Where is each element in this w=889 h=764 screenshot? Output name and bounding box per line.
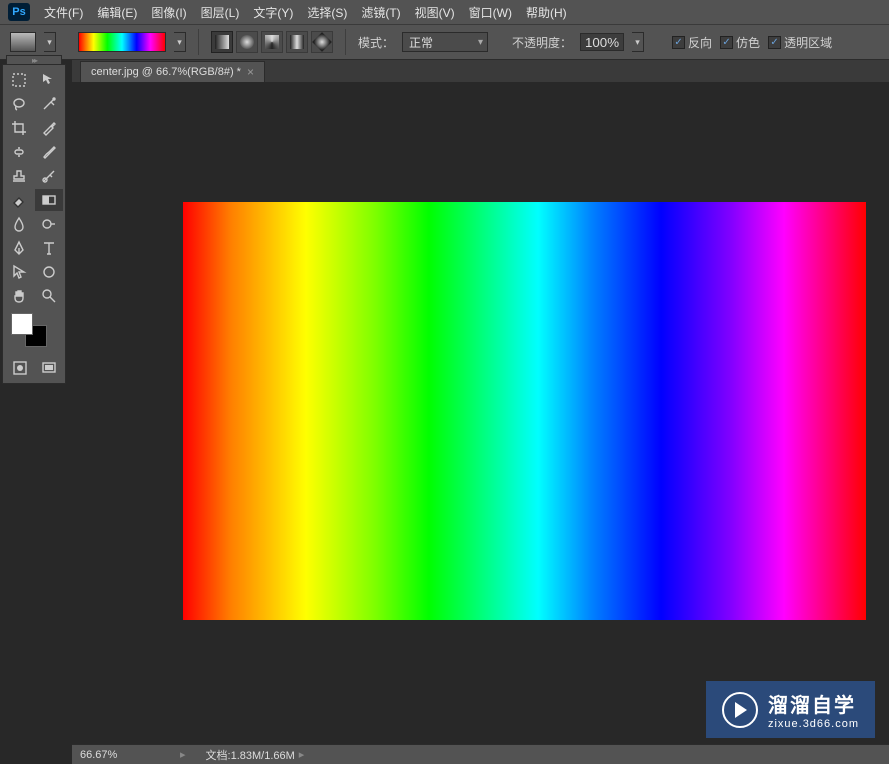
crop-tool[interactable] xyxy=(5,117,33,139)
workspace: center.jpg @ 66.7%(RGB/8#) * × 溜溜自学 zixu… xyxy=(0,60,889,764)
reverse-label: 反向 xyxy=(688,34,712,51)
blur-tool[interactable] xyxy=(5,213,33,235)
tool-preset-dropdown[interactable]: ▾ xyxy=(44,32,56,52)
quick-mask-tool[interactable] xyxy=(6,357,34,379)
menu-select[interactable]: 选择(S) xyxy=(307,4,347,21)
type-tool[interactable] xyxy=(35,237,63,259)
quick-select-tool[interactable] xyxy=(35,93,63,115)
gradient-reflected-button[interactable] xyxy=(286,31,308,53)
foreground-color-swatch[interactable] xyxy=(11,313,33,335)
brush-tool[interactable] xyxy=(35,141,63,163)
gradient-picker[interactable] xyxy=(78,32,166,52)
document-tab-title: center.jpg @ 66.7%(RGB/8#) * xyxy=(91,66,241,78)
options-bar: ▾ ▾ 模式： 正常 不透明度： ▾ ✓ 反向 ✓ 仿色 ✓ 透明区域 xyxy=(0,24,889,60)
lasso-tool[interactable] xyxy=(5,93,33,115)
separator xyxy=(198,29,199,55)
menu-filter[interactable]: 滤镜(T) xyxy=(361,4,400,21)
menu-edit[interactable]: 编辑(E) xyxy=(97,4,137,21)
menu-image[interactable]: 图像(I) xyxy=(151,4,186,21)
ps-logo: Ps xyxy=(8,3,30,21)
color-swatches[interactable] xyxy=(11,313,51,347)
dither-label: 仿色 xyxy=(736,34,760,51)
eraser-tool[interactable] xyxy=(5,189,33,211)
menu-view[interactable]: 视图(V) xyxy=(415,4,455,21)
gradient-radial-button[interactable] xyxy=(236,31,258,53)
history-brush-tool[interactable] xyxy=(35,165,63,187)
gradient-linear-button[interactable] xyxy=(211,31,233,53)
status-doc-arrow-icon[interactable]: ▸ xyxy=(299,748,305,761)
opacity-dropdown[interactable]: ▾ xyxy=(632,32,644,52)
status-zoom[interactable]: 66.67% xyxy=(80,749,160,761)
dodge-tool[interactable] xyxy=(35,213,63,235)
gradient-diamond-button[interactable] xyxy=(311,31,333,53)
healing-tool[interactable] xyxy=(5,141,33,163)
reverse-checkbox[interactable]: ✓ 反向 xyxy=(672,34,712,51)
pen-tool[interactable] xyxy=(5,237,33,259)
menu-type[interactable]: 文字(Y) xyxy=(253,4,293,21)
menu-window[interactable]: 窗口(W) xyxy=(469,4,512,21)
menu-bar: Ps 文件(F) 编辑(E) 图像(I) 图层(L) 文字(Y) 选择(S) 滤… xyxy=(0,0,889,24)
hand-tool[interactable] xyxy=(5,285,33,307)
path-select-tool[interactable] xyxy=(5,261,33,283)
watermark-badge: 溜溜自学 zixue.3d66.com xyxy=(706,681,875,738)
watermark-url: zixue.3d66.com xyxy=(768,718,859,730)
separator xyxy=(345,29,346,55)
eyedropper-tool[interactable] xyxy=(35,117,63,139)
document-tab[interactable]: center.jpg @ 66.7%(RGB/8#) * × xyxy=(80,61,265,82)
tools-panel xyxy=(2,64,66,384)
close-tab-icon[interactable]: × xyxy=(247,65,254,79)
opacity-label: 不透明度： xyxy=(512,34,572,51)
mode-label: 模式： xyxy=(358,34,394,51)
transparency-label: 透明区域 xyxy=(784,34,832,51)
tool-preset-picker[interactable] xyxy=(10,32,36,52)
mode-select[interactable]: 正常 xyxy=(402,32,488,52)
status-bar: 66.67% ▸ 文档:1.83M/1.66M ▸ xyxy=(72,744,889,764)
check-icon: ✓ xyxy=(768,36,781,49)
menu-file[interactable]: 文件(F) xyxy=(44,4,83,21)
gradient-tool[interactable] xyxy=(35,189,63,211)
document-tabs: center.jpg @ 66.7%(RGB/8#) * × xyxy=(72,60,889,82)
zoom-tool[interactable] xyxy=(35,285,63,307)
status-arrow-icon[interactable]: ▸ xyxy=(180,748,186,761)
move-tool[interactable] xyxy=(35,69,63,91)
screen-mode-tool[interactable] xyxy=(35,357,63,379)
marquee-tool[interactable] xyxy=(5,69,33,91)
transparency-checkbox[interactable]: ✓ 透明区域 xyxy=(768,34,832,51)
shape-tool[interactable] xyxy=(35,261,63,283)
stamp-tool[interactable] xyxy=(5,165,33,187)
check-icon: ✓ xyxy=(720,36,733,49)
play-icon xyxy=(722,692,758,728)
gradient-angle-button[interactable] xyxy=(261,31,283,53)
watermark-title: 溜溜自学 xyxy=(768,689,859,718)
gradient-type-group xyxy=(211,31,333,53)
canvas-container[interactable]: 溜溜自学 zixue.3d66.com xyxy=(72,82,889,764)
document-area: center.jpg @ 66.7%(RGB/8#) * × 溜溜自学 zixu… xyxy=(72,60,889,764)
dither-checkbox[interactable]: ✓ 仿色 xyxy=(720,34,760,51)
opacity-input[interactable] xyxy=(580,33,624,51)
status-doc-info[interactable]: 文档:1.83M/1.66M ▸ xyxy=(206,747,305,763)
gradient-dropdown[interactable]: ▾ xyxy=(174,32,186,52)
menu-layer[interactable]: 图层(L) xyxy=(201,4,240,21)
check-icon: ✓ xyxy=(672,36,685,49)
menu-help[interactable]: 帮助(H) xyxy=(526,4,567,21)
canvas[interactable] xyxy=(183,202,866,620)
